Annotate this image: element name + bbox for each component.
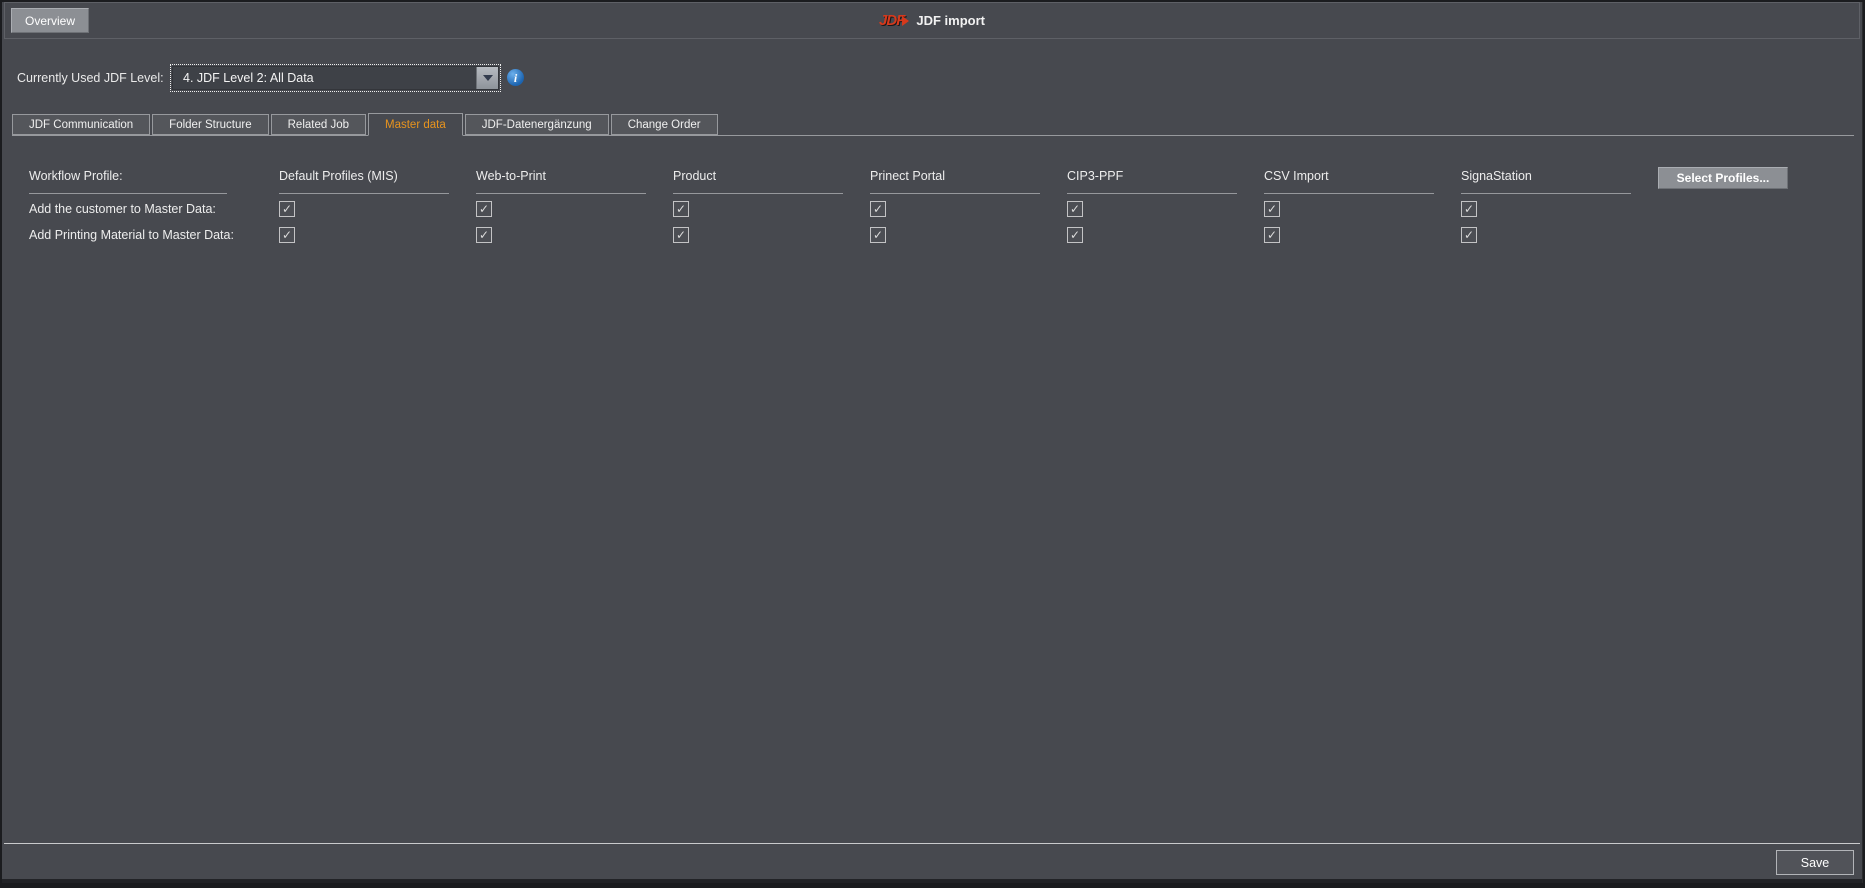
table-cell	[1264, 196, 1461, 222]
checkbox-add-material-default-profiles[interactable]	[279, 227, 295, 243]
top-bar: Overview JDF JDF import	[4, 2, 1860, 39]
column-header-label: Product	[673, 169, 716, 183]
checkbox-add-material-csv-import[interactable]	[1264, 227, 1280, 243]
jdf-logo-arrow-icon	[902, 16, 909, 26]
table-cell	[1067, 196, 1264, 222]
tab-strip: JDF Communication Folder Structure Relat…	[12, 114, 1854, 136]
column-header-web-to-print: Web-to-Print	[476, 166, 673, 196]
table-cell	[673, 196, 870, 222]
table-cell	[673, 222, 870, 248]
header-underline	[29, 193, 227, 194]
column-header-label: Prinect Portal	[870, 169, 945, 183]
header-underline	[1461, 193, 1631, 194]
checkbox-add-material-product[interactable]	[673, 227, 689, 243]
footer-bar: Save	[4, 844, 1860, 883]
tab-jdf-datenergaenzung[interactable]: JDF-Datenergänzung	[465, 114, 609, 135]
tab-related-job[interactable]: Related Job	[271, 114, 366, 135]
checkbox-add-customer-web-to-print[interactable]	[476, 201, 492, 217]
tab-jdf-communication[interactable]: JDF Communication	[12, 114, 150, 135]
tab-change-order[interactable]: Change Order	[611, 114, 718, 135]
checkbox-add-material-web-to-print[interactable]	[476, 227, 492, 243]
header-underline	[1264, 193, 1434, 194]
checkbox-add-material-signastation[interactable]	[1461, 227, 1477, 243]
table-cell	[1658, 222, 1852, 248]
row-label-add-printing-material: Add Printing Material to Master Data:	[29, 222, 279, 248]
workflow-profiles-table: Workflow Profile: Default Profiles (MIS)…	[29, 166, 1852, 248]
jdf-level-label: Currently Used JDF Level:	[17, 71, 164, 85]
table-cell	[1461, 222, 1658, 248]
checkbox-add-customer-default-profiles[interactable]	[279, 201, 295, 217]
table-cell	[870, 222, 1067, 248]
header-underline	[1067, 193, 1237, 194]
table-cell	[870, 196, 1067, 222]
checkbox-add-customer-cip3-ppf[interactable]	[1067, 201, 1083, 217]
column-header-csv-import: CSV Import	[1264, 166, 1461, 196]
column-header-workflow-profile: Workflow Profile:	[29, 166, 279, 196]
checkbox-add-customer-signastation[interactable]	[1461, 201, 1477, 217]
jdf-import-window: Overview JDF JDF import Currently Used J…	[2, 2, 1863, 883]
table-cell	[1658, 196, 1852, 222]
column-header-label: SignaStation	[1461, 169, 1532, 183]
column-header-cip3-ppf: CIP3-PPF	[1067, 166, 1264, 196]
chevron-down-icon	[483, 75, 493, 81]
jdf-logo-text: JDF	[879, 12, 904, 29]
column-header-label: Workflow Profile:	[29, 169, 123, 183]
save-button[interactable]: Save	[1776, 850, 1854, 875]
header-underline	[870, 193, 1040, 194]
column-header-prinect-portal: Prinect Portal	[870, 166, 1067, 196]
checkbox-add-customer-product[interactable]	[673, 201, 689, 217]
checkbox-add-material-prinect-portal[interactable]	[870, 227, 886, 243]
header-underline	[673, 193, 843, 194]
tab-folder-structure[interactable]: Folder Structure	[152, 114, 268, 135]
table-cell	[476, 196, 673, 222]
header-underline	[279, 193, 449, 194]
info-icon[interactable]	[507, 69, 524, 86]
jdf-level-select[interactable]: 4. JDF Level 2: All Data	[172, 66, 499, 90]
column-header-label: Web-to-Print	[476, 169, 546, 183]
jdf-logo-icon: JDF	[879, 12, 909, 29]
column-header-label: CSV Import	[1264, 169, 1329, 183]
column-header-label: Default Profiles (MIS)	[279, 169, 398, 183]
checkbox-add-material-cip3-ppf[interactable]	[1067, 227, 1083, 243]
overview-button[interactable]: Overview	[11, 8, 89, 33]
table-cell	[1067, 222, 1264, 248]
window-title-area: JDF JDF import	[879, 3, 985, 38]
table-cell	[279, 196, 476, 222]
header-underline	[476, 193, 646, 194]
table-cell	[279, 222, 476, 248]
checkbox-add-customer-prinect-portal[interactable]	[870, 201, 886, 217]
column-header-product: Product	[673, 166, 870, 196]
jdf-level-selected-value: 4. JDF Level 2: All Data	[173, 71, 476, 85]
tab-master-data[interactable]: Master data	[368, 113, 463, 136]
select-profiles-cell: Select Profiles...	[1658, 166, 1852, 196]
checkbox-add-customer-csv-import[interactable]	[1264, 201, 1280, 217]
table-cell	[1461, 196, 1658, 222]
table-cell	[476, 222, 673, 248]
window-bottom-frame	[2, 879, 1862, 883]
page-title: JDF import	[916, 13, 985, 28]
table-cell	[1264, 222, 1461, 248]
column-header-signastation: SignaStation	[1461, 166, 1658, 196]
select-profiles-button[interactable]: Select Profiles...	[1658, 167, 1788, 189]
row-label-add-customer: Add the customer to Master Data:	[29, 196, 279, 222]
column-header-default-profiles-mis: Default Profiles (MIS)	[279, 166, 476, 196]
jdf-level-dropdown-button[interactable]	[476, 67, 498, 89]
column-header-label: CIP3-PPF	[1067, 169, 1123, 183]
